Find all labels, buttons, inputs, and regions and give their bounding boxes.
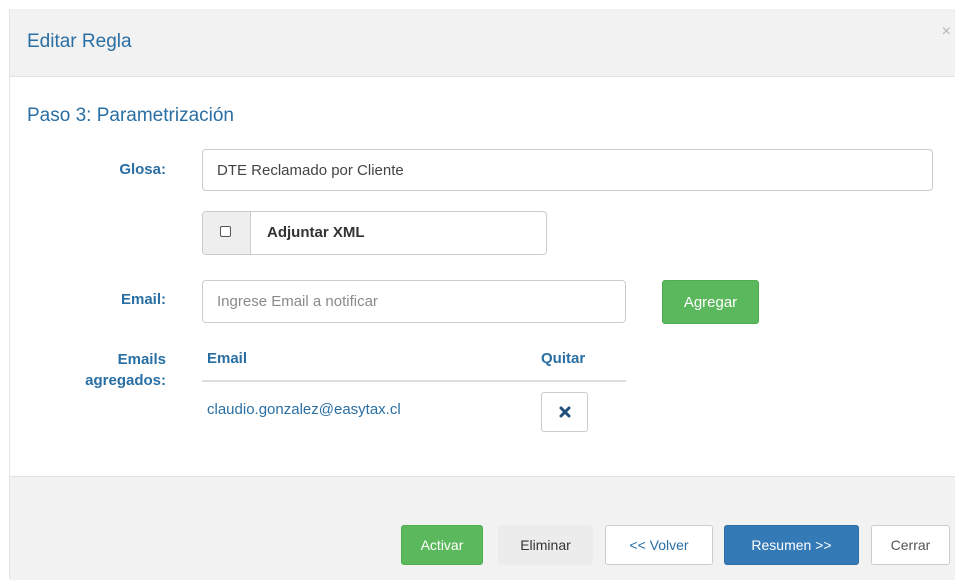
attach-xml-addon — [203, 212, 251, 254]
dialog-footer: Activar Eliminar << Volver Resumen >> Ce… — [10, 476, 955, 580]
column-header-remove: Quitar — [541, 350, 586, 367]
close-icon[interactable]: × — [942, 23, 951, 41]
close-button[interactable]: Cerrar — [871, 525, 950, 565]
add-email-button[interactable]: Agregar — [662, 280, 759, 324]
summary-button[interactable]: Resumen >> — [724, 525, 859, 565]
step-title: Paso 3: Parametrización — [27, 105, 234, 126]
emails-added-label: Emails agregados: — [85, 351, 166, 389]
column-header-email: Email — [207, 350, 248, 367]
edit-rule-dialog: Editar Regla × Paso 3: Parametrización G… — [9, 9, 955, 580]
attach-xml-checkbox[interactable] — [220, 226, 231, 237]
table-header-divider — [202, 380, 626, 382]
attach-xml-group: Adjuntar XML — [202, 211, 547, 255]
attach-xml-label: Adjuntar XML — [267, 224, 365, 241]
glosa-label: Glosa: — [119, 161, 166, 178]
activate-button[interactable]: Activar — [401, 525, 483, 565]
email-cell: claudio.gonzalez@easytax.cl — [207, 401, 401, 418]
times-icon — [559, 406, 570, 418]
email-label: Email: — [120, 291, 166, 308]
remove-email-button[interactable] — [541, 392, 588, 432]
dialog-title: Editar Regla — [27, 31, 132, 52]
delete-button[interactable]: Eliminar — [498, 525, 593, 565]
back-button[interactable]: << Volver — [605, 525, 713, 565]
email-input[interactable] — [202, 280, 626, 323]
dialog-header: Editar Regla × — [10, 9, 955, 77]
glosa-input[interactable] — [202, 149, 933, 191]
